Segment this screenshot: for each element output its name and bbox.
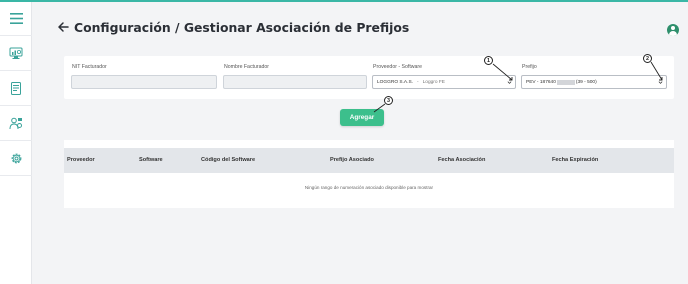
column-header-prefijo: Prefijo Asociado <box>330 157 374 163</box>
main-content: Configuración / Gestionar Asociación de … <box>33 2 688 284</box>
sidebar-item-settings[interactable] <box>0 142 32 176</box>
prefijo-range: (39 - 500) <box>575 79 597 85</box>
page-header: Configuración / Gestionar Asociación de … <box>33 2 688 50</box>
proveedor-label: Proveedor - Software <box>373 64 423 70</box>
nit-label: NIT Facturador <box>72 64 107 70</box>
sidebar-item-menu[interactable] <box>0 2 32 36</box>
back-arrow-icon[interactable] <box>57 21 69 33</box>
column-header-fecha-expiracion: Fecha Expiración <box>552 157 599 163</box>
annotation-badge-3: 3 <box>384 96 393 105</box>
users-config-icon <box>9 117 22 130</box>
chevron-down-icon <box>658 81 663 84</box>
nombre-label: Nombre Facturador <box>224 64 269 70</box>
table-header: Proveedor Software Código del Software P… <box>64 148 674 173</box>
prefijo-select[interactable]: PEV - 187640 (39 - 500) <box>521 75 667 89</box>
column-header-codigo: Código del Software <box>201 157 256 163</box>
page-title: Configuración / Gestionar Asociación de … <box>74 20 410 35</box>
empty-table-message: Ningún rango de numeración asociado disp… <box>304 185 434 190</box>
prefijo-value: PEV - 187640 <box>526 79 556 85</box>
chevron-down-icon <box>507 81 512 84</box>
prefijo-label: Prefijo <box>522 64 537 70</box>
sidebar-item-users[interactable] <box>0 107 32 141</box>
proveedor-select[interactable]: LOGGRO S.A.S. - Loggro FE <box>372 75 516 89</box>
sidebar <box>0 2 32 284</box>
document-list-icon <box>11 82 21 95</box>
add-button[interactable]: Agregar <box>340 109 384 126</box>
user-avatar-icon[interactable] <box>667 24 679 36</box>
nit-input[interactable] <box>71 75 217 89</box>
filter-card: NIT Facturador Nombre Facturador Proveed… <box>64 56 674 99</box>
column-header-software: Software <box>139 157 163 163</box>
redacted-block <box>556 79 575 85</box>
nombre-input[interactable] <box>223 75 367 89</box>
proveedor-separator: - <box>417 79 419 85</box>
gear-icon <box>11 153 21 164</box>
proveedor-value: LOGGRO S.A.S. <box>377 79 413 85</box>
menu-icon <box>9 13 23 24</box>
column-header-fecha-asociacion: Fecha Asociación <box>438 157 486 163</box>
annotation-badge-2: 2 <box>643 54 652 63</box>
annotation-badge-1: 1 <box>484 56 493 65</box>
sidebar-item-dashboard[interactable] <box>0 37 32 71</box>
column-header-proveedor: Proveedor <box>67 157 95 163</box>
results-table: Proveedor Software Código del Software P… <box>64 140 674 208</box>
sidebar-item-documents[interactable] <box>0 72 32 106</box>
software-value: Loggro FE <box>422 79 446 85</box>
dashboard-monitor-icon <box>9 47 23 59</box>
